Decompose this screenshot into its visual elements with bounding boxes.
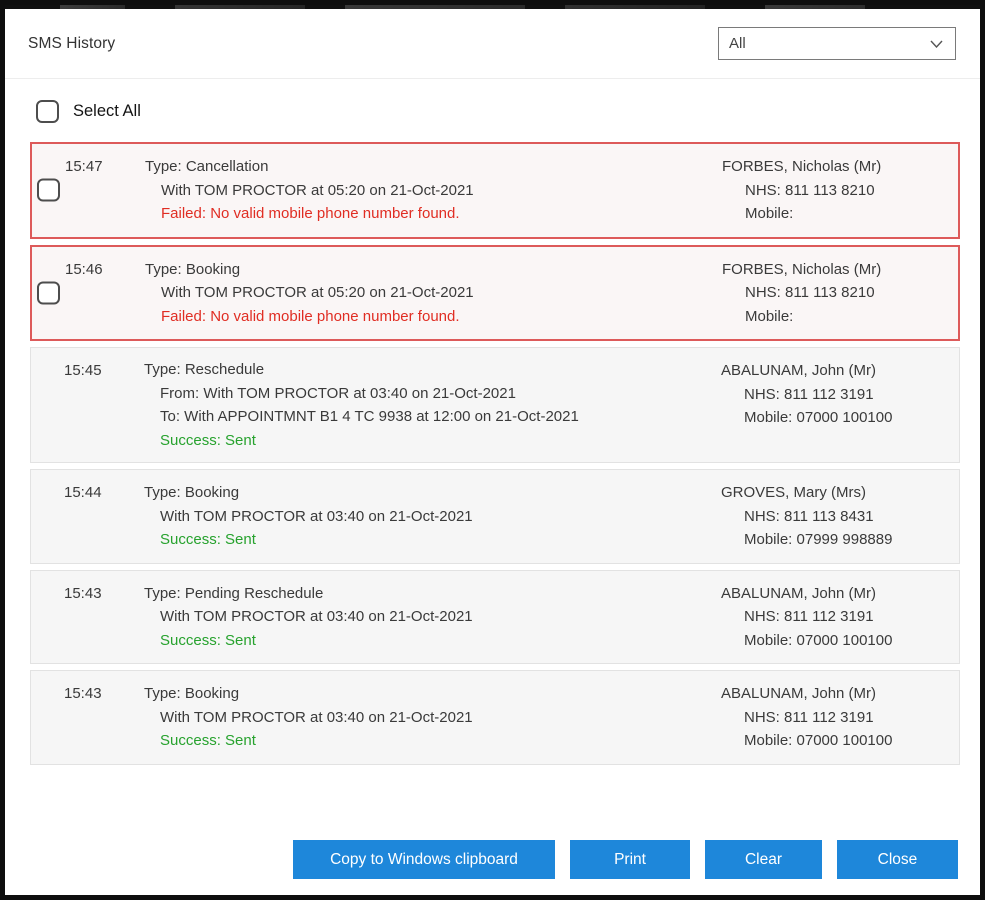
- patient-nhs: NHS: 811 113 8210: [745, 281, 881, 305]
- patient-nhs: NHS: 811 113 8210: [745, 179, 881, 203]
- patient-info: GROVES, Mary (Mrs) NHS: 811 113 8431 Mob…: [721, 481, 892, 552]
- close-button[interactable]: Close: [837, 840, 958, 879]
- filter-dropdown[interactable]: All: [718, 27, 956, 60]
- chevron-down-icon: [930, 40, 943, 48]
- patient-mobile: Mobile:: [745, 305, 881, 329]
- patient-mobile: Mobile: 07000 100100: [744, 729, 892, 753]
- patient-name: ABALUNAM, John (Mr): [721, 682, 892, 706]
- patient-info: ABALUNAM, John (Mr) NHS: 811 112 3191 Mo…: [721, 682, 892, 753]
- patient-name: ABALUNAM, John (Mr): [721, 582, 892, 606]
- patient-name: FORBES, Nicholas (Mr): [722, 258, 881, 282]
- sms-row-5[interactable]: 15:43 Type: Pending Reschedule With TOM …: [30, 570, 960, 665]
- patient-mobile: Mobile: 07000 100100: [744, 629, 892, 653]
- patient-info: ABALUNAM, John (Mr) NHS: 811 112 3191 Mo…: [721, 582, 892, 653]
- row-time: 15:43: [64, 582, 102, 606]
- sms-row-4[interactable]: 15:44 Type: Booking With TOM PROCTOR at …: [30, 469, 960, 564]
- button-bar: Copy to Windows clipboard Print Clear Cl…: [5, 840, 958, 879]
- patient-info: FORBES, Nicholas (Mr) NHS: 811 113 8210 …: [722, 258, 881, 329]
- row-time: 15:45: [64, 359, 102, 383]
- patient-name: ABALUNAM, John (Mr): [721, 359, 892, 383]
- patient-mobile: Mobile:: [745, 202, 881, 226]
- row-time: 15:43: [64, 682, 102, 706]
- sms-history-dialog: SMS History All Select All 15:47 Type: C…: [0, 0, 985, 900]
- select-all-checkbox[interactable]: [36, 100, 59, 123]
- filter-dropdown-value: All: [729, 35, 746, 52]
- row-checkbox[interactable]: [37, 281, 60, 304]
- select-all-label: Select All: [73, 102, 141, 121]
- patient-info: ABALUNAM, John (Mr) NHS: 811 112 3191 Mo…: [721, 359, 892, 430]
- sms-list: 15:47 Type: Cancellation With TOM PROCTO…: [30, 142, 955, 765]
- clear-button[interactable]: Clear: [705, 840, 822, 879]
- patient-nhs: NHS: 811 112 3191: [744, 605, 892, 629]
- page-title: SMS History: [28, 35, 115, 53]
- patient-name: FORBES, Nicholas (Mr): [722, 155, 881, 179]
- patient-name: GROVES, Mary (Mrs): [721, 481, 892, 505]
- patient-mobile: Mobile: 07999 998889: [744, 528, 892, 552]
- sms-row-3[interactable]: 15:45 Type: Reschedule From: With TOM PR…: [30, 347, 960, 463]
- patient-nhs: NHS: 811 113 8431: [744, 505, 892, 529]
- sms-row-6[interactable]: 15:43 Type: Booking With TOM PROCTOR at …: [30, 670, 960, 765]
- row-time: 15:46: [65, 258, 103, 282]
- patient-info: FORBES, Nicholas (Mr) NHS: 811 113 8210 …: [722, 155, 881, 226]
- print-button[interactable]: Print: [570, 840, 690, 879]
- patient-nhs: NHS: 811 112 3191: [744, 383, 892, 407]
- sms-row-2[interactable]: 15:46 Type: Booking With TOM PROCTOR at …: [30, 245, 960, 342]
- select-all-control: Select All: [36, 98, 980, 124]
- patient-nhs: NHS: 811 112 3191: [744, 706, 892, 730]
- dialog-header: SMS History All: [5, 9, 980, 79]
- copy-to-clipboard-button[interactable]: Copy to Windows clipboard: [293, 840, 555, 879]
- row-checkbox[interactable]: [37, 179, 60, 202]
- patient-mobile: Mobile: 07000 100100: [744, 406, 892, 430]
- row-status: Success: Sent: [160, 429, 959, 453]
- row-time: 15:47: [65, 155, 103, 179]
- row-time: 15:44: [64, 481, 102, 505]
- sms-row-1[interactable]: 15:47 Type: Cancellation With TOM PROCTO…: [30, 142, 960, 239]
